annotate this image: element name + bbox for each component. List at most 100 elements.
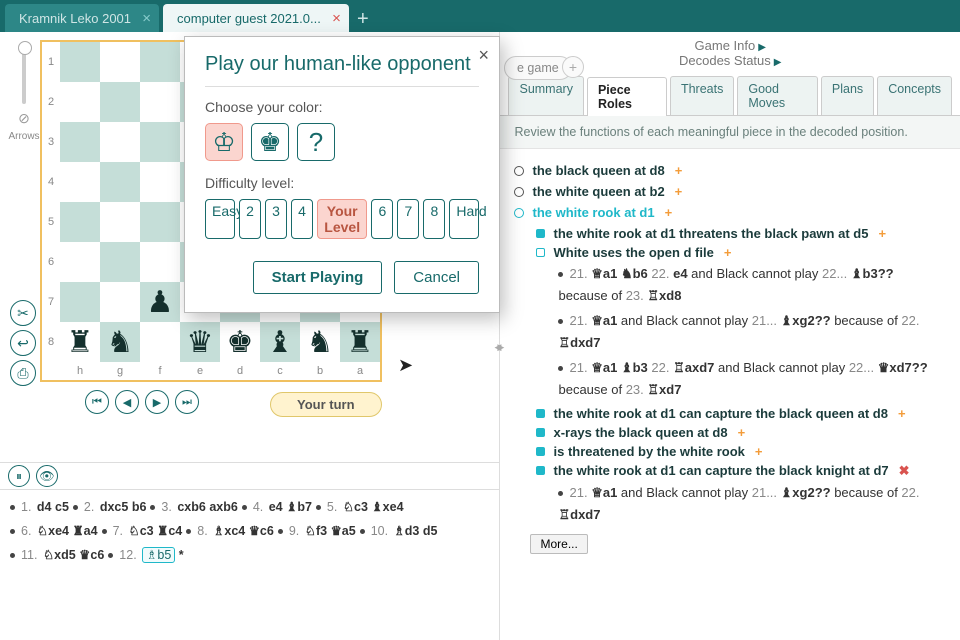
tab-1[interactable]: computer guest 2021.0...× xyxy=(163,4,349,32)
game-info-link[interactable]: Game Info▶ xyxy=(500,38,960,53)
vcr-next[interactable]: ▶ xyxy=(145,390,169,414)
start-playing-button[interactable]: Start Playing xyxy=(253,261,383,294)
pgn-move[interactable]: 12. ♗b5 * xyxy=(108,548,183,562)
pgn-move[interactable]: 9. ♘f3 ♛a5 xyxy=(278,524,356,538)
bg-pill-add[interactable]: + xyxy=(562,56,584,78)
analysis-node[interactable]: the white queen at b2 xyxy=(532,184,664,199)
tab-close-0[interactable]: × xyxy=(142,11,151,26)
file-label: d xyxy=(220,362,260,380)
pgn-move[interactable]: 11. ♘xd5 ♛c6 xyxy=(10,548,104,562)
tab-close-1[interactable]: × xyxy=(332,11,341,26)
rank-label: 1 xyxy=(42,42,60,82)
analysis-subnode[interactable]: the white rook at d1 can capture the bla… xyxy=(553,406,887,421)
color-option-1[interactable]: ♚ xyxy=(251,123,289,161)
difficulty-option-2[interactable]: 3 xyxy=(265,199,287,239)
flip-icon[interactable]: ➤ xyxy=(398,355,413,376)
color-selector: ♔♚? xyxy=(205,123,479,161)
analysis-subnode[interactable]: the white rook at d1 threatens the black… xyxy=(553,226,868,241)
modal-close[interactable]: × xyxy=(478,45,489,66)
more-button[interactable]: More... xyxy=(530,534,587,554)
arrow-slider[interactable] xyxy=(22,44,26,104)
pgn-move[interactable]: 2. dxc5 b6 xyxy=(73,500,147,514)
tab-threats[interactable]: Threats xyxy=(670,76,734,115)
piece-bk[interactable]: ♚ xyxy=(220,322,260,362)
pgn-pause[interactable]: ⏸ xyxy=(8,465,30,487)
analysis-subnode[interactable]: the white rook at d1 can capture the bla… xyxy=(553,463,888,478)
piece-bn[interactable]: ♞ xyxy=(300,322,340,362)
difficulty-option-6[interactable]: 7 xyxy=(397,199,419,239)
analysis-subnode[interactable]: x-rays the black queen at d8 xyxy=(553,425,727,440)
piece-bq[interactable]: ♛ xyxy=(180,322,220,362)
tool-cut[interactable]: ✂ xyxy=(10,300,36,326)
cancel-button[interactable]: Cancel xyxy=(394,261,479,294)
rank-label: 2 xyxy=(42,82,60,122)
color-option-0[interactable]: ♔ xyxy=(205,123,243,161)
bullet-icon[interactable] xyxy=(536,447,545,456)
difficulty-option-0[interactable]: Easy xyxy=(205,199,235,239)
piece-bn[interactable]: ♞ xyxy=(100,322,140,362)
analysis-tabs: SummaryPiece RolesThreatsGood MovesPlans… xyxy=(500,76,960,116)
difficulty-option-7[interactable]: 8 xyxy=(423,199,445,239)
difficulty-selector: Easy234Your Level678Hard xyxy=(205,199,479,239)
turn-indicator: Your turn xyxy=(270,392,382,417)
vcr-last[interactable]: ⏭ xyxy=(175,390,199,414)
bullet-icon[interactable] xyxy=(536,229,545,238)
file-label: c xyxy=(260,362,300,380)
analysis-line[interactable]: 21. ♕a1 ♝b3 22. ♖axd7 and Black cannot p… xyxy=(558,357,946,401)
difficulty-option-4[interactable]: Your Level xyxy=(317,199,367,239)
bullet-icon[interactable] xyxy=(536,428,545,437)
analysis-subnode[interactable]: White uses the open d file xyxy=(553,245,713,260)
tab-piece-roles[interactable]: Piece Roles xyxy=(587,77,667,116)
rank-label: 5 xyxy=(42,202,60,242)
pgn-move[interactable]: 1. d4 c5 xyxy=(10,500,69,514)
bullet-icon[interactable] xyxy=(536,248,545,257)
expand-icon[interactable] xyxy=(514,187,524,197)
tab-good-moves[interactable]: Good Moves xyxy=(737,76,818,115)
bullet-icon[interactable] xyxy=(536,466,545,475)
expand-icon[interactable] xyxy=(514,208,524,218)
piece-br[interactable]: ♜ xyxy=(340,322,380,362)
bullet-icon[interactable] xyxy=(536,409,545,418)
arrows-label: Arrows xyxy=(8,131,39,142)
difficulty-option-1[interactable]: 2 xyxy=(239,199,261,239)
pgn-move[interactable]: 8. ♗xc4 ♛c6 xyxy=(186,524,274,538)
analysis-subnode[interactable]: is threatened by the white rook xyxy=(553,444,744,459)
tool-print[interactable]: ⎙ xyxy=(10,360,36,386)
expand-icon[interactable] xyxy=(514,166,524,176)
pgn-notation[interactable]: 1. d4 c5 2. dxc5 b63. cxb6 axb6 4. e4 ♝b7 5… xyxy=(0,490,499,573)
difficulty-option-3[interactable]: 4 xyxy=(291,199,313,239)
rank-label: 7 xyxy=(42,282,60,322)
vcr-prev[interactable]: ◀ xyxy=(115,390,139,414)
piece-br[interactable]: ♜ xyxy=(60,322,100,362)
add-tab[interactable]: + xyxy=(349,6,377,32)
analysis-line[interactable]: 21. ♕a1 and Black cannot play 21... ♝xg2… xyxy=(558,310,946,354)
rank-label: 6 xyxy=(42,242,60,282)
tab-plans[interactable]: Plans xyxy=(821,76,874,115)
tool-undo[interactable]: ↩ xyxy=(10,330,36,356)
file-label: g xyxy=(100,362,140,380)
analysis-node[interactable]: the black queen at d8 xyxy=(532,163,664,178)
piece-bb[interactable]: ♝ xyxy=(260,322,300,362)
pgn-move[interactable]: 4. e4 ♝b7 xyxy=(242,500,312,514)
pgn-move[interactable]: 5. ♘c3 ♝xe4 xyxy=(316,500,404,514)
pgn-move[interactable]: 6. ♘xe4 ♜a4 xyxy=(10,524,98,538)
color-option-2[interactable]: ? xyxy=(297,123,335,161)
pgn-move[interactable]: 3. cxb6 axb6 xyxy=(150,500,237,514)
pgn-eye[interactable]: 👁 xyxy=(36,465,58,487)
pgn-move[interactable]: 7. ♘c3 ♜c4 xyxy=(102,524,183,538)
tab-summary[interactable]: Summary xyxy=(508,76,583,115)
difficulty-option-5[interactable]: 6 xyxy=(371,199,393,239)
tab-0[interactable]: Kramnik Leko 2001× xyxy=(5,4,159,32)
analysis-node[interactable]: the white rook at d1 xyxy=(532,205,654,220)
modal-title: Play our human-like opponent xyxy=(205,53,479,76)
difficulty-option-8[interactable]: Hard xyxy=(449,199,479,239)
vcr-controls: ⏮ ◀ ▶ ⏭ xyxy=(72,390,212,414)
analysis-line[interactable]: 21. ♕a1 and Black cannot play 21... ♝xg2… xyxy=(558,482,946,526)
pgn-move[interactable]: 10. ♗d3 d5 xyxy=(360,524,438,538)
difficulty-label: Difficulty level: xyxy=(205,175,479,191)
piece-bp[interactable]: ♟ xyxy=(140,282,180,322)
file-label: a xyxy=(340,362,380,380)
analysis-line[interactable]: 21. ♕a1 ♞b6 22. e4 and Black cannot play… xyxy=(558,263,946,307)
vcr-first[interactable]: ⏮ xyxy=(85,390,109,414)
tab-concepts[interactable]: Concepts xyxy=(877,76,952,115)
